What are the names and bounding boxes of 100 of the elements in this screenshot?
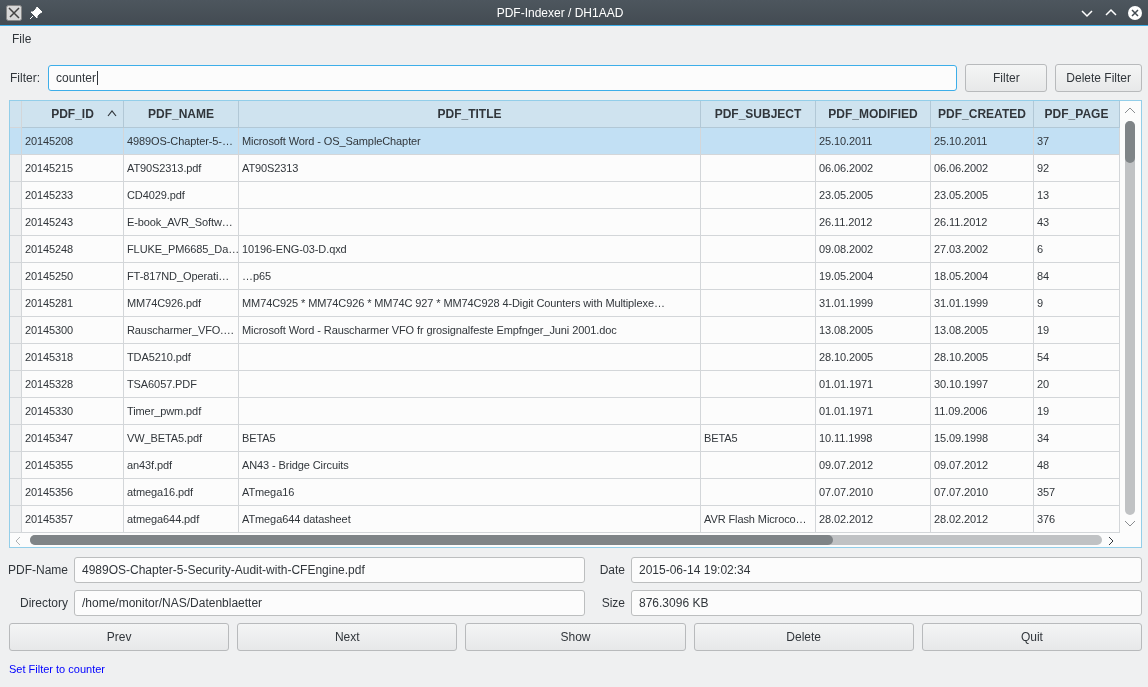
table-cell: atmega16.pdf: [124, 479, 239, 506]
filter-label: Filter:: [10, 71, 40, 85]
table-cell: 27.03.2002: [931, 236, 1034, 263]
filter-field[interactable]: counter: [48, 65, 958, 91]
action-button[interactable]: Prev: [9, 623, 230, 651]
table-cell: 20145356: [22, 479, 124, 506]
filter-button[interactable]: Filter: [965, 64, 1048, 92]
row-header[interactable]: [10, 128, 22, 155]
action-button[interactable]: Next: [237, 623, 458, 651]
row-header[interactable]: [10, 209, 22, 236]
row-header[interactable]: [10, 155, 22, 182]
action-button[interactable]: Delete: [693, 623, 914, 651]
column-header[interactable]: PDF_ID: [22, 101, 124, 128]
row-header[interactable]: [10, 398, 22, 425]
table-cell: 31.01.1999: [931, 290, 1034, 317]
table-row[interactable]: 20145328 TSA6057.PDF 01.01.1971 30.10.1997 20: [10, 371, 1120, 398]
row-header[interactable]: [10, 425, 22, 452]
table-cell: 20145328: [22, 371, 124, 398]
row-header[interactable]: [10, 317, 22, 344]
table-cell: 20145357: [22, 506, 124, 533]
table-row[interactable]: 20145357 atmega644.pdf ATmega644 datasheet AVR Flash Microco… 28.02.2012 28.02.2012 376: [10, 506, 1120, 533]
table-cell: ATmega644 datasheet: [239, 506, 701, 533]
pin-icon[interactable]: [28, 4, 44, 21]
table-cell: 10196-ENG-03-D.qxd: [239, 236, 701, 263]
table-cell: 20145248: [22, 236, 124, 263]
table-cell: 31.01.1999: [816, 290, 931, 317]
table-cell: 18.05.2004: [931, 263, 1034, 290]
row-header[interactable]: [10, 236, 22, 263]
table-cell: 23.05.2005: [816, 182, 931, 209]
table-cell: 26.11.2012: [931, 209, 1034, 236]
table-cell: 20145347: [22, 425, 124, 452]
table-cell: 20145208: [22, 128, 124, 155]
table-cell: TSA6057.PDF: [124, 371, 239, 398]
close-icon[interactable]: [1128, 5, 1142, 20]
field-label: PDF-Name: [7, 563, 68, 577]
scrollbar-track[interactable]: [30, 535, 1102, 545]
table-cell: AT90S2313.pdf: [124, 155, 239, 182]
field-label: Size: [600, 596, 625, 610]
row-header[interactable]: [10, 290, 22, 317]
table-row[interactable]: 20145208 4989OS-Chapter-5-… Microsoft Word - OS_SampleChapter 25.10.2011 25.10.2011 37: [10, 128, 1120, 155]
table-row[interactable]: 20145318 TDA5210.pdf 28.10.2005 28.10.2005 54: [10, 344, 1120, 371]
table-row[interactable]: 20145215 AT90S2313.pdf AT90S2313 06.06.2002 06.06.2002 92: [10, 155, 1120, 182]
table-cell: 09.08.2002: [816, 236, 931, 263]
scrollbar-track[interactable]: [1125, 121, 1135, 515]
table-cell: 15.09.1998: [931, 425, 1034, 452]
input-field[interactable]: 876.3096 KB: [631, 590, 1142, 616]
column-header[interactable]: PDF_MODIFIED: [816, 101, 931, 128]
table-cell: 26.11.2012: [816, 209, 931, 236]
table-cell: 13.08.2005: [931, 317, 1034, 344]
column-header[interactable]: PDF_CREATED: [931, 101, 1034, 128]
table-row[interactable]: 20145347 VW_BETA5.pdf BETA5 BETA5 10.11.1998 15.09.1998 34: [10, 425, 1120, 452]
column-header[interactable]: PDF_NAME: [124, 101, 239, 128]
input-field[interactable]: 4989OS-Chapter-5-Security-Audit-with-CFEngine.pdf: [74, 557, 585, 583]
table-row[interactable]: 20145243 E-book_AVR_Softw… 26.11.2012 26.11.2012 43: [10, 209, 1120, 236]
scroll-up-icon[interactable]: [1124, 106, 1136, 114]
row-header[interactable]: [10, 371, 22, 398]
table-row[interactable]: 20145248 FLUKE_PM6685_Da… 10196-ENG-03-D.qxd 09.08.2002 27.03.2002 6: [10, 236, 1120, 263]
row-header[interactable]: [10, 182, 22, 209]
row-header[interactable]: [10, 344, 22, 371]
column-header[interactable]: PDF_SUBJECT: [701, 101, 816, 128]
table-cell: 28.10.2005: [816, 344, 931, 371]
table-row[interactable]: 20145281 MM74C926.pdf MM74C925 * MM74C926 * MM74C 927 * MM74C928 4-Digit Counters with Multiplexe… 31.01.1999 31.01.1999 9: [10, 290, 1120, 317]
menu-item[interactable]: File: [8, 30, 36, 48]
field-label: Date: [598, 563, 625, 577]
table-row[interactable]: 20145300 Rauscharmer_VFO.… Microsoft Word - Rauscharmer VFO fr grosignalfeste Empfnger_Juni 2001.doc 13.08.2005 13.08.2005 19: [10, 317, 1120, 344]
scroll-down-icon[interactable]: [1124, 520, 1136, 528]
table-cell: 28.02.2012: [816, 506, 931, 533]
table-cell: 20145243: [22, 209, 124, 236]
table-cell: VW_BETA5.pdf: [124, 425, 239, 452]
table-row[interactable]: 20145355 an43f.pdf AN43 - Bridge Circuits 09.07.2012 09.07.2012 48: [10, 452, 1120, 479]
scroll-right-icon[interactable]: [1107, 536, 1115, 546]
row-header[interactable]: [10, 506, 22, 533]
row-header[interactable]: [10, 452, 22, 479]
table-cell: 20145355: [22, 452, 124, 479]
table-cell: FLUKE_PM6685_Da…: [124, 236, 239, 263]
table-cell: FT-817ND_Operati…: [124, 263, 239, 290]
row-header[interactable]: [10, 263, 22, 290]
table-cell: 20145300: [22, 317, 124, 344]
action-button[interactable]: Quit: [921, 623, 1142, 651]
column-header[interactable]: PDF_PAGE: [1034, 101, 1120, 128]
row-header[interactable]: [10, 479, 22, 506]
table-cell: an43f.pdf: [124, 452, 239, 479]
table-cell: 25.10.2011: [931, 128, 1034, 155]
table-cell: 28.02.2012: [931, 506, 1034, 533]
scrollbar-thumb[interactable]: [1125, 121, 1135, 163]
table-cell: …p65: [239, 263, 701, 290]
scrollbar-thumb[interactable]: [30, 535, 833, 545]
table-row[interactable]: 20145356 atmega16.pdf ATmega16 07.07.2010 07.07.2010 357: [10, 479, 1120, 506]
action-button[interactable]: Show: [465, 623, 686, 651]
table-row[interactable]: 20145250 FT-817ND_Operati… …p65 19.05.2004 18.05.2004 84: [10, 263, 1120, 290]
input-field[interactable]: /home/monitor/NAS/Datenblaetter: [74, 590, 585, 616]
table-cell: BETA5: [239, 425, 701, 452]
table-row[interactable]: 20145330 Timer_pwm.pdf 01.01.1971 11.09.2006 19: [10, 398, 1120, 425]
input-field[interactable]: 2015-06-14 19:02:34: [631, 557, 1142, 583]
column-header[interactable]: PDF_TITLE: [239, 101, 701, 128]
table-cell: 07.07.2010: [931, 479, 1034, 506]
table-cell: 30.10.1997: [931, 371, 1034, 398]
table-row[interactable]: 20145233 CD4029.pdf 23.05.2005 23.05.2005 13: [10, 182, 1120, 209]
scroll-left-icon[interactable]: [14, 536, 22, 546]
delete-filter-button[interactable]: Delete Filter: [1055, 64, 1142, 92]
